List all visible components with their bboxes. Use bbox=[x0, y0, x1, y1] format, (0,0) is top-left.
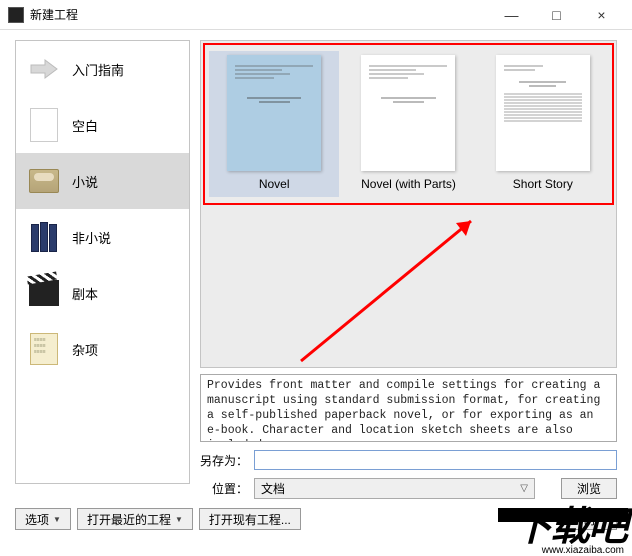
template-label: Novel (with Parts) bbox=[361, 177, 456, 191]
watermark-url: www.xiazaiba.com bbox=[540, 545, 626, 556]
arrow-annotation-icon bbox=[291, 201, 511, 371]
location-combo[interactable]: 文档 ▽ bbox=[254, 478, 535, 499]
sidebar-item-misc[interactable]: ≡≡≡≡≡≡≡≡≡≡≡≡ 杂项 bbox=[16, 321, 189, 377]
highlight-annotation: Novel Novel (with Parts) Short Stor bbox=[203, 43, 614, 205]
template-novel-parts[interactable]: Novel (with Parts) bbox=[343, 51, 473, 197]
options-label: 选项 bbox=[25, 511, 49, 528]
sidebar-item-script[interactable]: 剧本 bbox=[16, 265, 189, 321]
create-label: 创 bbox=[583, 511, 595, 528]
books-icon bbox=[26, 219, 62, 255]
save-as-label: 另存为： bbox=[200, 452, 248, 469]
sidebar-item-nonfiction[interactable]: 非小说 bbox=[16, 209, 189, 265]
template-panel: Novel Novel (with Parts) Short Stor bbox=[200, 40, 617, 368]
blank-page-icon bbox=[26, 107, 62, 143]
browse-button[interactable]: 浏览 bbox=[561, 478, 617, 499]
template-label: Short Story bbox=[513, 177, 573, 191]
maximize-button[interactable]: □ bbox=[534, 1, 579, 29]
book-icon bbox=[26, 163, 62, 199]
template-short-story[interactable]: Short Story bbox=[478, 51, 608, 197]
app-icon bbox=[8, 7, 24, 23]
open-recent-button[interactable]: 打开最近的工程 ▼ bbox=[77, 508, 193, 530]
document-icon: ≡≡≡≡≡≡≡≡≡≡≡≡ bbox=[26, 331, 62, 367]
sidebar-item-label: 杂项 bbox=[72, 340, 98, 359]
create-button[interactable]: 创 bbox=[561, 508, 617, 530]
options-button[interactable]: 选项 ▼ bbox=[15, 508, 71, 530]
sidebar-item-label: 小说 bbox=[72, 172, 98, 191]
chevron-down-icon: ▽ bbox=[520, 483, 528, 494]
triangle-down-icon: ▼ bbox=[175, 515, 183, 524]
sidebar-item-blank[interactable]: 空白 bbox=[16, 97, 189, 153]
template-thumb-icon bbox=[496, 55, 590, 171]
sidebar-item-label: 入门指南 bbox=[72, 60, 124, 79]
arrow-right-icon bbox=[26, 51, 62, 87]
template-description: Provides front matter and compile settin… bbox=[200, 374, 617, 442]
sidebar-item-label: 非小说 bbox=[72, 228, 111, 247]
template-novel[interactable]: Novel bbox=[209, 51, 339, 197]
close-button[interactable]: × bbox=[579, 1, 624, 29]
sidebar-item-label: 剧本 bbox=[72, 284, 98, 303]
minimize-button[interactable]: — bbox=[489, 1, 534, 29]
save-as-input[interactable] bbox=[254, 450, 617, 470]
template-thumb-icon bbox=[361, 55, 455, 171]
triangle-down-icon: ▼ bbox=[53, 515, 61, 524]
location-value: 文档 bbox=[261, 480, 285, 497]
sidebar-item-getting-started[interactable]: 入门指南 bbox=[16, 41, 189, 97]
clapperboard-icon bbox=[26, 275, 62, 311]
category-sidebar: 入门指南 空白 小说 非小说 剧本 ≡≡≡≡≡≡≡≡≡≡≡≡ 杂项 bbox=[15, 40, 190, 484]
template-label: Novel bbox=[259, 177, 290, 191]
window-title: 新建工程 bbox=[30, 6, 489, 23]
sidebar-item-label: 空白 bbox=[72, 116, 98, 135]
open-existing-label: 打开现有工程... bbox=[209, 511, 291, 528]
sidebar-item-novel[interactable]: 小说 bbox=[16, 153, 189, 209]
open-recent-label: 打开最近的工程 bbox=[87, 511, 171, 528]
location-label: 位置： bbox=[200, 480, 248, 497]
open-existing-button[interactable]: 打开现有工程... bbox=[199, 508, 301, 530]
template-thumb-icon bbox=[227, 55, 321, 171]
